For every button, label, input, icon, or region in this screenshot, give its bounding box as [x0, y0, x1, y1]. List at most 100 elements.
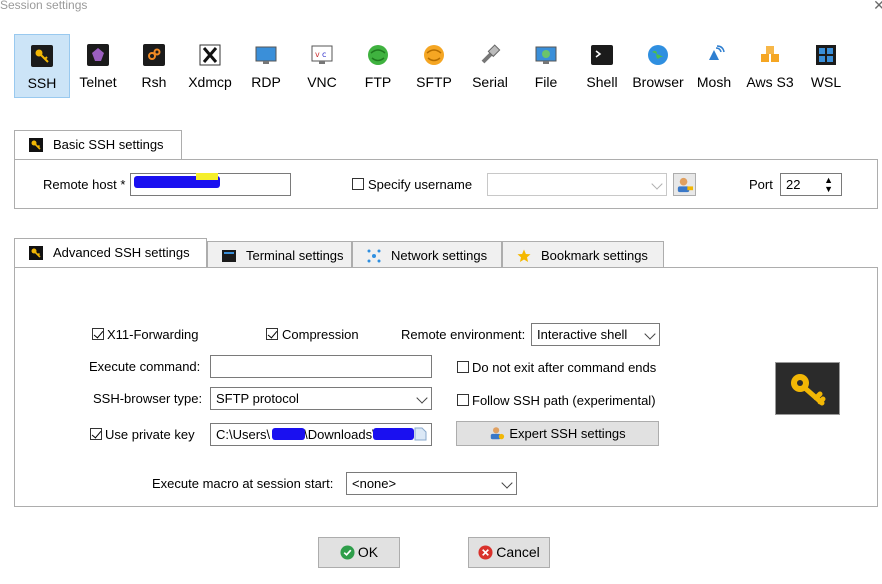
tab-label: Advanced SSH settings — [53, 245, 190, 260]
session-type-label: VNC — [307, 74, 337, 90]
ssh-key-badge-icon — [775, 362, 840, 415]
use-private-key-label: Use private key — [105, 427, 195, 442]
tab-basic-ssh-settings[interactable]: Basic SSH settings — [14, 130, 182, 160]
session-type-serial[interactable]: Serial — [462, 34, 518, 98]
compression-label: Compression — [282, 327, 359, 342]
window-title: Session settings — [0, 0, 88, 12]
macro-label: Execute macro at session start: — [152, 476, 334, 491]
advanced-settings-panel — [14, 267, 878, 507]
session-type-label: Rsh — [141, 74, 167, 90]
session-type-label: Telnet — [79, 74, 117, 90]
session-type-telnet[interactable]: Telnet — [70, 34, 126, 98]
session-type-shell[interactable]: Shell — [574, 34, 630, 98]
follow-ssh-path-label: Follow SSH path (experimental) — [472, 393, 656, 408]
wsl-icon — [816, 45, 836, 65]
key-icon — [29, 246, 43, 260]
session-type-ftp[interactable]: FTP — [350, 34, 406, 98]
cancel-x-icon — [478, 545, 493, 560]
user-icon — [677, 177, 694, 193]
ssh-browser-type-select[interactable]: SFTP protocol — [210, 387, 432, 410]
port-spinner[interactable]: 22 ▲ ▼ — [780, 173, 842, 196]
remote-environment-select[interactable]: Interactive shell — [531, 323, 660, 346]
session-type-label: Browser — [632, 74, 684, 90]
session-type-vnc[interactable]: v c VNC — [294, 34, 350, 98]
username-dropdown[interactable] — [487, 173, 667, 196]
session-type-file[interactable]: File — [518, 34, 574, 98]
x11-forwarding-label: X11-Forwarding — [107, 327, 199, 342]
follow-ssh-path-checkbox[interactable] — [457, 394, 469, 406]
tab-label: Basic SSH settings — [53, 137, 164, 152]
session-type-xdmcp[interactable]: Xdmcp — [182, 34, 238, 98]
compression-checkbox[interactable] — [266, 328, 278, 340]
macro-select[interactable]: <none> — [346, 472, 517, 495]
ssh-key-icon — [31, 45, 53, 67]
rsh-icon — [143, 44, 165, 66]
do-not-exit-checkbox[interactable] — [457, 361, 469, 373]
tab-terminal-settings[interactable]: Terminal settings — [207, 241, 352, 269]
ftp-icon — [368, 45, 388, 65]
session-type-label: SSH — [27, 75, 57, 91]
x11-forwarding-checkbox[interactable] — [92, 328, 104, 340]
session-type-label: Shell — [586, 74, 618, 90]
use-private-key-checkbox[interactable] — [90, 428, 102, 440]
chevron-down-icon — [651, 178, 663, 190]
remote-host-label: Remote host * — [43, 177, 126, 192]
terminal-icon — [222, 250, 236, 262]
browser-icon — [648, 45, 668, 65]
shell-icon — [591, 45, 613, 65]
session-type-browser[interactable]: Browser — [630, 34, 686, 98]
session-type-label: Mosh — [696, 74, 732, 90]
expert-ssh-settings-button[interactable]: Expert SSH settings — [456, 421, 659, 446]
session-type-rsh[interactable]: Rsh — [126, 34, 182, 98]
user-credentials-button[interactable] — [673, 173, 696, 196]
cancel-button[interactable]: Cancel — [468, 537, 550, 568]
tab-network-settings[interactable]: Network settings — [352, 241, 502, 269]
ssh-browser-type-label: SSH-browser type: — [93, 391, 203, 406]
user-gear-icon — [491, 427, 505, 440]
tab-label: Network settings — [391, 248, 488, 263]
serial-icon — [481, 44, 501, 64]
telnet-icon — [87, 44, 109, 66]
session-type-label: FTP — [364, 74, 392, 90]
session-type-label: WSL — [810, 74, 842, 90]
file-icon — [535, 46, 557, 64]
file-browse-icon[interactable] — [414, 427, 427, 441]
close-button[interactable]: ✕ — [872, 0, 882, 12]
star-icon — [517, 249, 531, 262]
tab-advanced-ssh-settings[interactable]: Advanced SSH settings — [14, 238, 207, 268]
tab-label: Terminal settings — [246, 248, 344, 263]
highlight-mark — [196, 173, 218, 180]
port-label: Port — [749, 177, 773, 192]
svg-text:c: c — [322, 50, 326, 59]
session-type-ssh[interactable]: SSH — [14, 34, 70, 98]
ok-button[interactable]: OK — [318, 537, 400, 568]
session-type-wsl[interactable]: WSL — [798, 34, 854, 98]
execute-command-input[interactable] — [210, 355, 432, 378]
spin-down-icon[interactable]: ▼ — [824, 184, 833, 194]
redaction-mark — [272, 428, 305, 440]
session-type-aws-s3[interactable]: Aws S3 — [742, 34, 798, 98]
chevron-down-icon — [416, 392, 428, 404]
key-icon — [29, 138, 43, 152]
redaction-mark — [373, 428, 414, 440]
tab-bookmark-settings[interactable]: Bookmark settings — [502, 241, 664, 269]
specify-username-label: Specify username — [368, 177, 473, 192]
chevron-down-icon — [501, 477, 513, 489]
session-type-sftp[interactable]: SFTP — [406, 34, 462, 98]
execute-command-label: Execute command: — [89, 359, 201, 374]
session-type-label: File — [534, 74, 558, 90]
aws-s3-icon — [761, 46, 779, 62]
specify-username-checkbox[interactable] — [352, 178, 364, 190]
mosh-icon — [709, 45, 725, 60]
session-type-mosh[interactable]: Mosh — [686, 34, 742, 98]
session-type-label: RDP — [251, 74, 281, 90]
session-type-label: SFTP — [416, 74, 452, 90]
sftp-icon — [424, 45, 444, 65]
rdp-icon — [255, 46, 277, 64]
do-not-exit-label: Do not exit after command ends — [472, 360, 657, 375]
session-type-label: Aws S3 — [746, 74, 794, 90]
remote-environment-label: Remote environment: — [401, 327, 526, 342]
chevron-down-icon — [644, 328, 656, 340]
session-type-label: Serial — [472, 74, 508, 90]
session-type-rdp[interactable]: RDP — [238, 34, 294, 98]
